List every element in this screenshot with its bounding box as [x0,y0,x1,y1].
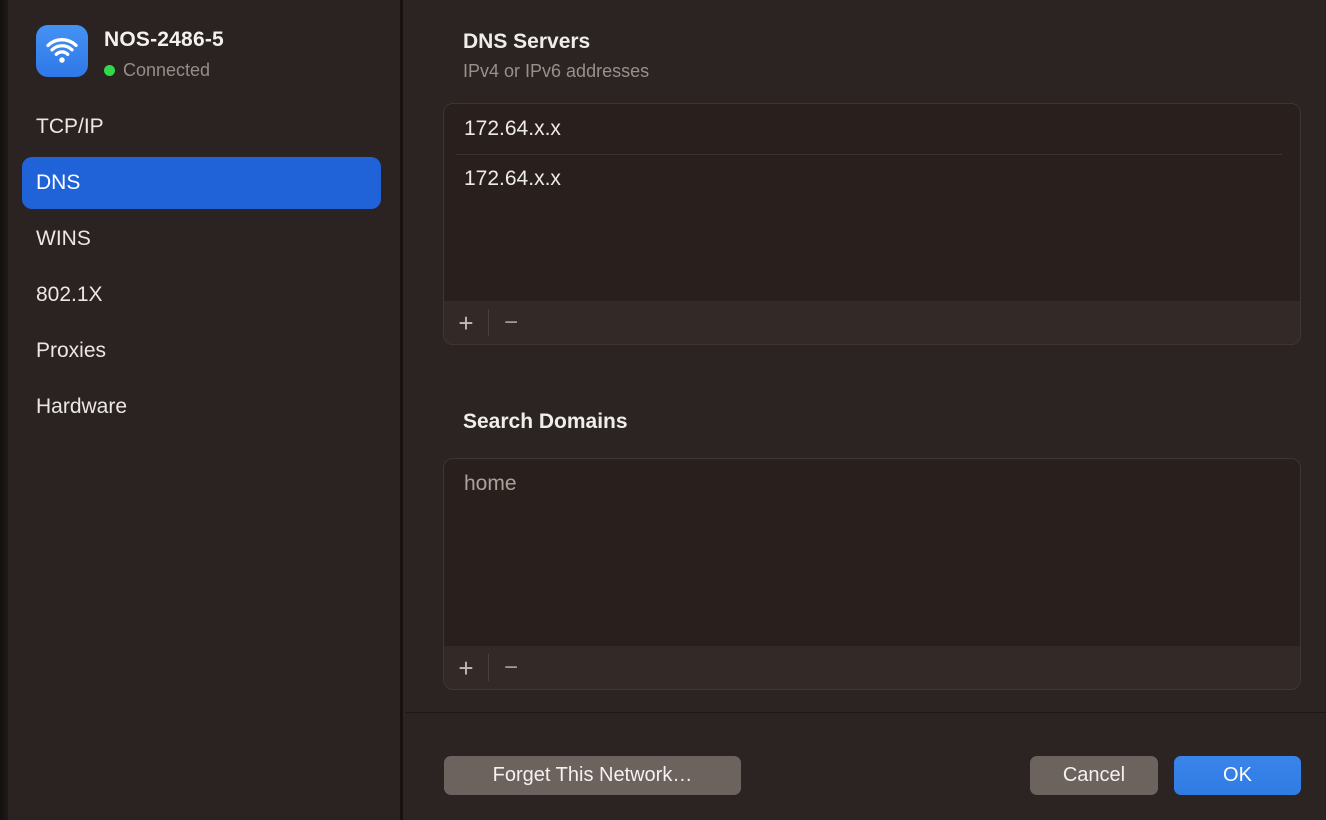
connected-status-dot [104,65,115,76]
network-header: NOS-2486-5 Connected [36,25,224,81]
network-status: Connected [104,60,224,81]
dns-servers-rows: 172.64.x.x 172.64.x.x [444,104,1300,204]
add-dns-server-button[interactable]: + [444,301,488,344]
search-domains-rows: home [444,459,1300,509]
network-meta: NOS-2486-5 Connected [104,25,224,81]
sidebar-item-hardware[interactable]: Hardware [22,381,381,433]
wifi-icon [36,25,88,77]
ok-button[interactable]: OK [1174,756,1301,795]
remove-dns-server-button[interactable]: − [489,301,533,344]
dns-servers-title: DNS Servers [463,30,590,54]
add-search-domain-button[interactable]: + [444,646,488,689]
dns-server-row[interactable]: 172.64.x.x [444,104,1300,154]
remove-search-domain-button[interactable]: − [489,646,533,689]
dns-servers-list: 172.64.x.x 172.64.x.x + − [443,103,1301,345]
connected-status-label: Connected [123,60,210,81]
settings-nav: TCP/IP DNS WINS 802.1X Proxies Hardware [22,101,381,437]
network-name: NOS-2486-5 [104,28,224,52]
sidebar-item-8021x[interactable]: 802.1X [22,269,381,321]
sidebar-item-wins[interactable]: WINS [22,213,381,265]
sidebar-item-dns[interactable]: DNS [22,157,381,209]
dns-server-row[interactable]: 172.64.x.x [444,154,1300,204]
search-domain-row[interactable]: home [444,459,1300,509]
search-domains-toolbar: + − [444,646,1300,689]
dns-settings-panel: DNS Servers IPv4 or IPv6 addresses 172.6… [406,0,1326,820]
window-edge [0,0,8,820]
dns-servers-subtitle: IPv4 or IPv6 addresses [463,61,649,82]
sidebar: NOS-2486-5 Connected TCP/IP DNS WINS 802… [0,0,403,820]
search-domains-list: home + − [443,458,1301,690]
action-bar-divider [406,712,1326,713]
sidebar-item-proxies[interactable]: Proxies [22,325,381,377]
search-domains-title: Search Domains [463,410,628,434]
forget-network-button[interactable]: Forget This Network… [444,756,741,795]
cancel-button[interactable]: Cancel [1030,756,1158,795]
sidebar-item-tcpip[interactable]: TCP/IP [22,101,381,153]
dns-servers-toolbar: + − [444,301,1300,344]
